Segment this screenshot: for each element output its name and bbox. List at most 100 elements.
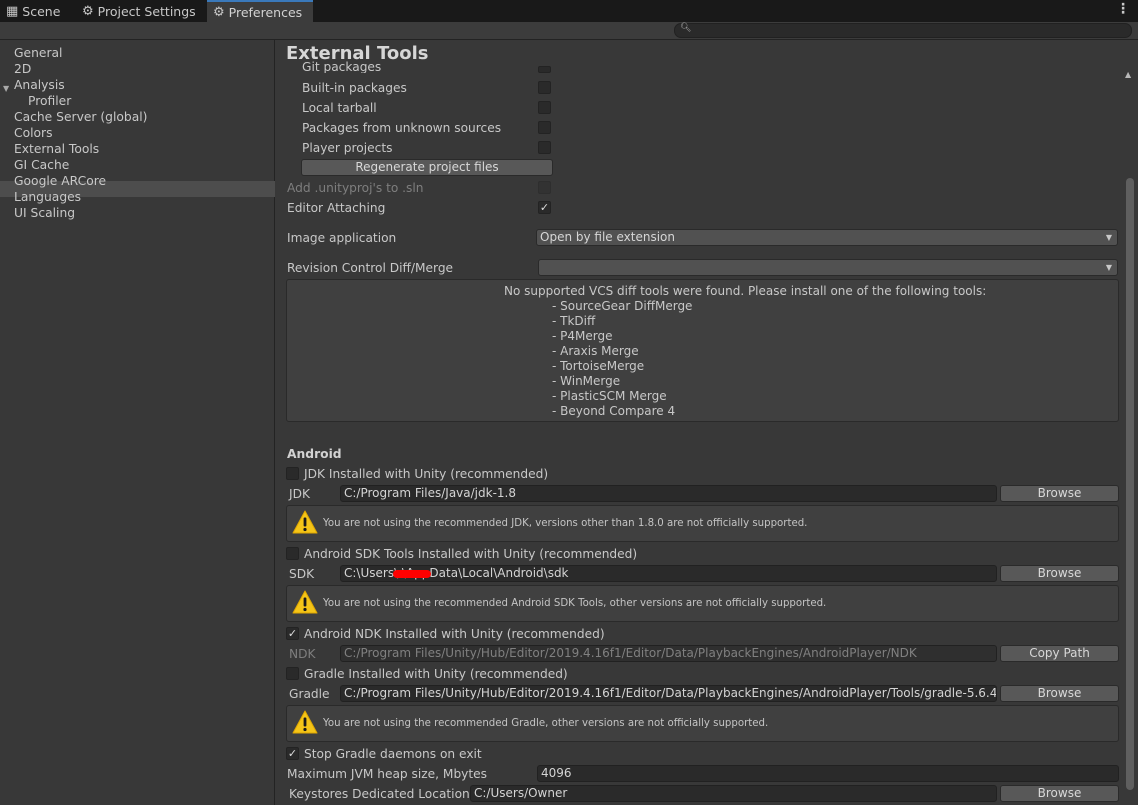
- tab-label: Scene: [22, 3, 61, 19]
- sidebar-item-languages[interactable]: Languages: [14, 189, 81, 205]
- sdk-path-field[interactable]: C:\Users\ \AppData\Local\Android\sdk: [340, 565, 997, 582]
- sdk-warning-box: You are not using the recommended Androi…: [286, 585, 1119, 622]
- image-application-label: Image application: [287, 231, 397, 245]
- vcs-tool-item: - Beyond Compare 4: [552, 404, 676, 418]
- jdk-warning-text: You are not using the recommended JDK, v…: [323, 518, 808, 529]
- sidebar-item-profiler[interactable]: Profiler: [28, 93, 71, 109]
- dropdown-arrow-icon: ▼: [1105, 263, 1112, 272]
- gradle-label: Gradle: [289, 687, 330, 701]
- gear-icon: ⚙: [213, 4, 225, 20]
- sidebar-item-2d[interactable]: 2D: [14, 61, 31, 77]
- tab-project-settings[interactable]: ⚙ Project Settings: [76, 0, 202, 22]
- tab-bar: ▦ Scene ⚙ Project Settings ⚙ Preferences…: [0, 0, 1138, 22]
- vcs-help-box: No supported VCS diff tools were found. …: [286, 279, 1119, 422]
- tab-label: Preferences: [228, 4, 303, 20]
- image-application-dropdown[interactable]: Open by file extension ▼: [536, 229, 1118, 246]
- sidebar-item-analysis[interactable]: Analysis: [14, 77, 65, 93]
- redaction-mark: [393, 570, 431, 578]
- sidebar-item-ui-scaling[interactable]: UI Scaling: [14, 205, 75, 221]
- ndk-installed-checkbox[interactable]: ✓: [286, 627, 299, 640]
- editor-attaching-checkbox[interactable]: ✓: [538, 201, 551, 214]
- jdk-warning-box: You are not using the recommended JDK, v…: [286, 505, 1119, 542]
- builtin-packages-checkbox[interactable]: [538, 81, 551, 94]
- android-section-header: Android: [287, 447, 342, 461]
- git-packages-checkbox[interactable]: [538, 66, 551, 73]
- external-tools-panel: External Tools Git packages Built-in pac…: [276, 40, 1138, 805]
- vcs-tool-item: - TkDiff: [552, 314, 596, 328]
- more-options-icon[interactable]: ⋮: [1116, 1, 1130, 17]
- jdk-browse-button[interactable]: Browse: [1000, 485, 1119, 502]
- vcs-tool-item: - PlasticSCM Merge: [552, 389, 667, 403]
- add-unityproj-label: Add .unityproj's to .sln: [287, 181, 424, 195]
- gradle-installed-checkbox[interactable]: [286, 667, 299, 680]
- editor-attaching-label: Editor Attaching: [287, 201, 386, 215]
- scene-icon: ▦: [6, 3, 19, 19]
- revision-control-dropdown[interactable]: ▼: [538, 259, 1118, 276]
- warning-icon: [292, 710, 318, 734]
- sdk-label: SDK: [289, 567, 315, 581]
- keystores-browse-button[interactable]: Browse: [1000, 785, 1119, 802]
- jdk-path-field[interactable]: C:/Program Files/Java/jdk-1.8: [340, 485, 997, 502]
- tab-preferences[interactable]: ⚙ Preferences: [207, 0, 313, 22]
- scroll-up-arrow-icon[interactable]: ▲: [1125, 70, 1131, 79]
- unknown-sources-checkbox[interactable]: [538, 121, 551, 134]
- tab-scene[interactable]: ▦ Scene: [0, 0, 66, 22]
- stop-gradle-label: Stop Gradle daemons on exit: [304, 747, 482, 761]
- sdk-browse-button[interactable]: Browse: [1000, 565, 1119, 582]
- player-projects-checkbox[interactable]: [538, 141, 551, 154]
- vcs-message-header: No supported VCS diff tools were found. …: [504, 284, 987, 298]
- local-tarball-label: Local tarball: [302, 101, 377, 115]
- builtin-packages-label: Built-in packages: [302, 81, 407, 95]
- jdk-installed-label: JDK Installed with Unity (recommended): [304, 467, 549, 481]
- gear-icon: ⚙: [82, 3, 94, 19]
- player-projects-label: Player projects: [302, 141, 393, 155]
- gradle-warning-text: You are not using the recommended Gradle…: [323, 718, 769, 729]
- vcs-tool-item: - TortoiseMerge: [552, 359, 645, 373]
- preferences-sidebar: General 2D ▼ Analysis Profiler Cache Ser…: [0, 40, 275, 805]
- expand-triangle-icon[interactable]: ▼: [3, 84, 9, 93]
- unknown-sources-label: Packages from unknown sources: [302, 121, 502, 135]
- git-packages-label: Git packages: [302, 61, 382, 73]
- vcs-tool-item: - SourceGear DiffMerge: [552, 299, 693, 313]
- gradle-installed-label: Gradle Installed with Unity (recommended…: [304, 667, 568, 681]
- jvm-heap-label: Maximum JVM heap size, Mbytes: [287, 767, 488, 781]
- warning-icon: [292, 590, 318, 614]
- revision-control-label: Revision Control Diff/Merge: [287, 261, 454, 275]
- search-icon: 🔍︎: [680, 23, 692, 33]
- jdk-label: JDK: [289, 487, 310, 501]
- sidebar-item-gi-cache[interactable]: GI Cache: [14, 157, 69, 173]
- gradle-browse-button[interactable]: Browse: [1000, 685, 1119, 702]
- gradle-warning-box: You are not using the recommended Gradle…: [286, 705, 1119, 742]
- tab-label: Project Settings: [97, 3, 196, 19]
- ndk-path-field: C:/Program Files/Unity/Hub/Editor/2019.4…: [340, 645, 997, 662]
- sidebar-item-colors[interactable]: Colors: [14, 125, 53, 141]
- jdk-installed-checkbox[interactable]: [286, 467, 299, 480]
- dropdown-arrow-icon: ▼: [1105, 233, 1112, 242]
- sdk-installed-checkbox[interactable]: [286, 547, 299, 560]
- dropdown-value: Open by file extension: [540, 230, 675, 244]
- jvm-heap-field[interactable]: 4096: [537, 765, 1119, 782]
- vcs-tool-item: - Araxis Merge: [552, 344, 639, 358]
- ndk-installed-label: Android NDK Installed with Unity (recomm…: [304, 627, 605, 641]
- sidebar-item-general[interactable]: General: [14, 45, 62, 61]
- warning-icon: [292, 510, 318, 534]
- regenerate-project-files-button[interactable]: Regenerate project files: [301, 159, 553, 176]
- sidebar-item-external-tools[interactable]: External Tools: [14, 141, 99, 157]
- gradle-path-field[interactable]: C:/Program Files/Unity/Hub/Editor/2019.4…: [340, 685, 997, 702]
- add-unityproj-checkbox: [538, 181, 551, 194]
- vcs-tool-item: - WinMerge: [552, 374, 621, 388]
- ndk-label: NDK: [289, 647, 316, 661]
- search-row: 🔍︎: [0, 22, 1138, 40]
- sdk-warning-text: You are not using the recommended Androi…: [323, 598, 827, 609]
- sdk-installed-label: Android SDK Tools Installed with Unity (…: [304, 547, 638, 561]
- stop-gradle-checkbox[interactable]: ✓: [286, 747, 299, 760]
- local-tarball-checkbox[interactable]: [538, 101, 551, 114]
- keystores-path-field[interactable]: C:/Users/Owner: [470, 785, 997, 802]
- keystores-label: Keystores Dedicated Location: [289, 787, 470, 801]
- scrollbar-thumb[interactable]: [1126, 178, 1134, 790]
- sidebar-item-cache-server[interactable]: Cache Server (global): [14, 109, 147, 125]
- ndk-copy-path-button[interactable]: Copy Path: [1000, 645, 1119, 662]
- vcs-tool-item: - P4Merge: [552, 329, 613, 343]
- search-input[interactable]: 🔍︎: [674, 23, 1132, 38]
- sidebar-item-google-arcore[interactable]: Google ARCore: [14, 173, 106, 189]
